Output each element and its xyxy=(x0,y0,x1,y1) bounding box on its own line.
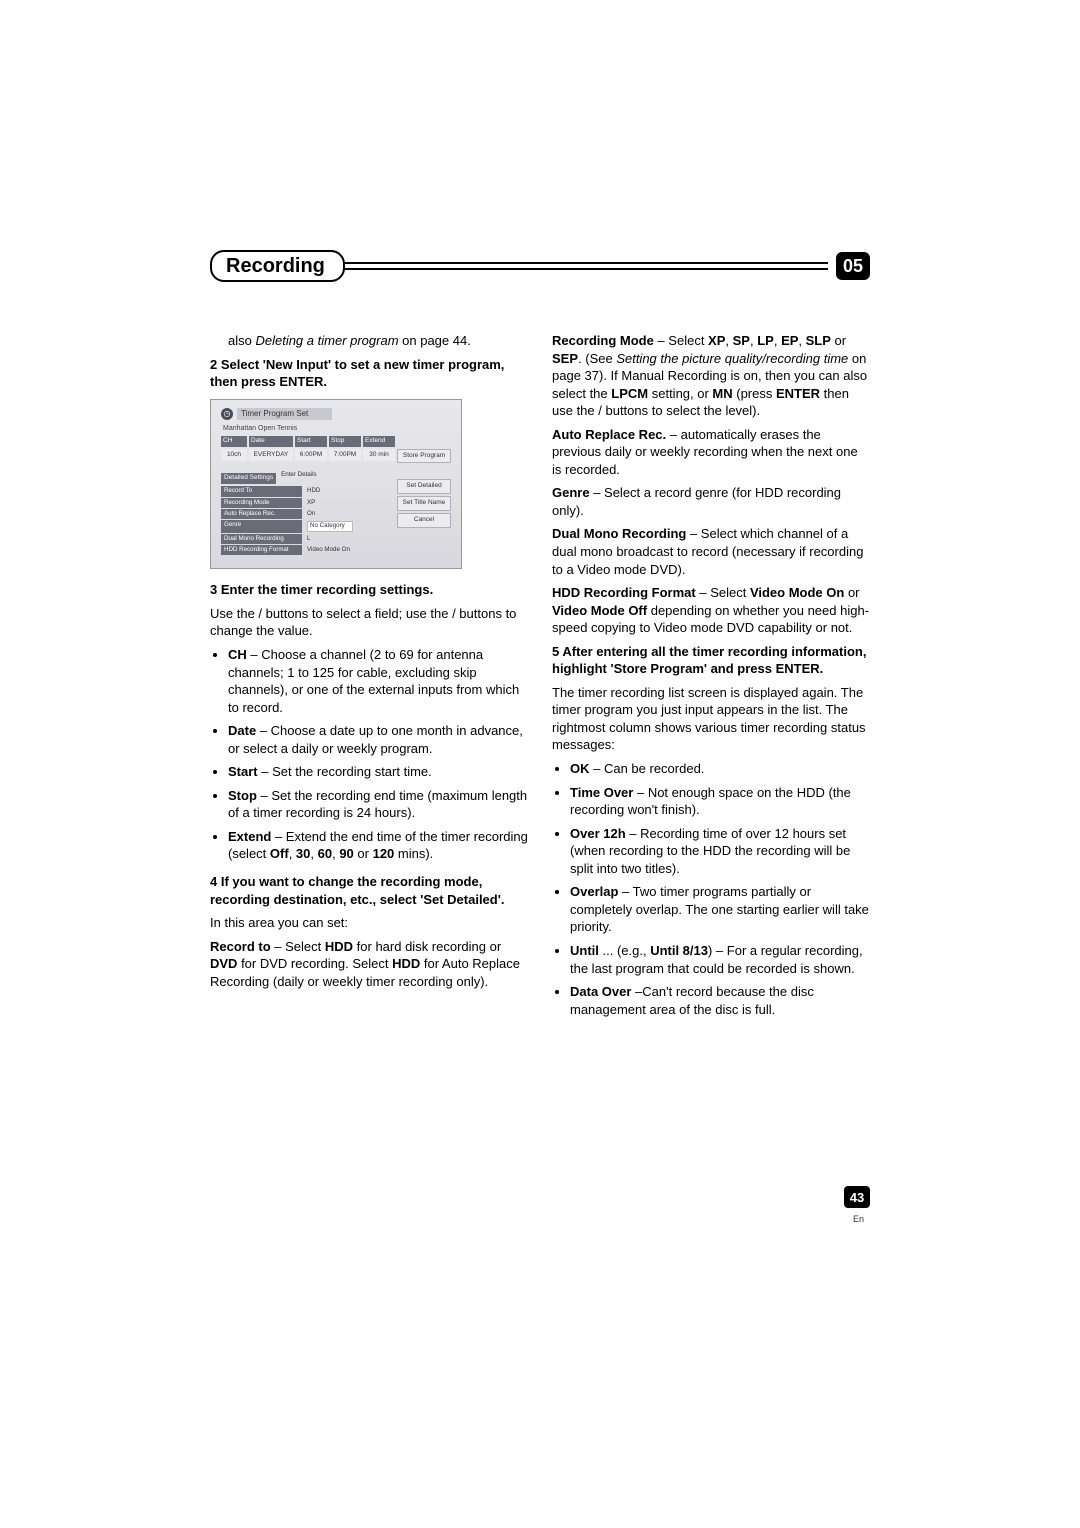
section-title-pill: Recording xyxy=(210,250,345,282)
dual-mono-para: Dual Mono Recording – Select which chann… xyxy=(552,525,870,578)
row-rec-mode-value[interactable]: XP xyxy=(304,498,391,508)
row-genre-label: Genre xyxy=(221,520,302,532)
row-hdd-format-label: HDD Recording Format xyxy=(221,545,302,555)
row-rec-mode-label: Recording Mode xyxy=(221,498,302,508)
bullet-extend: Extend – Extend the end time of the time… xyxy=(228,828,528,863)
step-3-heading: 3 Enter the timer recording settings. xyxy=(210,581,528,599)
genre-para: Genre – Select a record genre (for HDD r… xyxy=(552,484,870,519)
set-title-name-button[interactable]: Set Title Name xyxy=(397,496,451,511)
bullet-overlap: Overlap – Two timer programs partially o… xyxy=(570,883,870,936)
row-dual-mono-label: Dual Mono Recording xyxy=(221,534,302,544)
header-rule xyxy=(343,262,828,270)
clock-icon: ◷ xyxy=(221,408,233,420)
col-stop: Stop xyxy=(329,436,361,447)
enter-details-label: Enter Details xyxy=(278,469,391,484)
step-4-text: In this area you can set: xyxy=(210,914,528,932)
right-column: Recording Mode – Select XP, SP, LP, EP, … xyxy=(552,332,870,1028)
recording-mode-para: Recording Mode – Select XP, SP, LP, EP, … xyxy=(552,332,870,420)
step-2-heading: 2 Select 'New Input' to set a new timer … xyxy=(210,356,528,391)
timer-program-set-panel: ◷ Timer Program Set Manhattan Open Tenni… xyxy=(210,399,462,570)
bullet-over-12h: Over 12h – Recording time of over 12 hou… xyxy=(570,825,870,878)
page-header: Recording 05 xyxy=(210,250,870,282)
row-dual-mono-value[interactable]: L xyxy=(304,534,391,544)
val-date[interactable]: EVERYDAY xyxy=(249,449,293,462)
bullet-until: Until ... (e.g., Until 8/13) – For a reg… xyxy=(570,942,870,977)
row-auto-replace-value[interactable]: On xyxy=(304,509,391,519)
row-record-to-label: Record To xyxy=(221,486,302,496)
left-column: also Deleting a timer program on page 44… xyxy=(210,332,528,1028)
step-5-heading: 5 After entering all the timer recording… xyxy=(552,643,870,678)
record-to-para: Record to – Select HDD for hard disk rec… xyxy=(210,938,528,991)
col-extend: Extend xyxy=(363,436,395,447)
page-number-badge: 43 xyxy=(844,1186,870,1208)
step-3-text: Use the / buttons to select a field; use… xyxy=(210,605,528,640)
row-hdd-format-value[interactable]: Video Mode On xyxy=(304,545,391,555)
val-start[interactable]: 6:00PM xyxy=(295,449,327,462)
step-5-text: The timer recording list screen is displ… xyxy=(552,684,870,754)
col-start: Start xyxy=(295,436,327,447)
bullet-ok: OK – Can be recorded. xyxy=(570,760,870,778)
bullet-start: Start – Set the recording start time. xyxy=(228,763,528,781)
bullet-date: Date – Choose a date up to one month in … xyxy=(228,722,528,757)
bullet-data-over: Data Over –Can't record because the disc… xyxy=(570,983,870,1018)
bullet-time-over: Time Over – Not enough space on the HDD … xyxy=(570,784,870,819)
val-ch[interactable]: 10ch xyxy=(221,449,247,462)
col-ch: CH xyxy=(221,436,247,447)
step-4-heading: 4 If you want to change the recording mo… xyxy=(210,873,528,908)
bullet-stop: Stop – Set the recording end time (maxim… xyxy=(228,787,528,822)
program-name: Manhattan Open Tennis xyxy=(223,424,451,433)
bullet-ch: CH – Choose a channel (2 to 69 for anten… xyxy=(228,646,528,716)
set-detailed-button[interactable]: Set Detailed xyxy=(397,479,451,494)
row-auto-replace-label: Auto Replace Rec. xyxy=(221,509,302,519)
col-date: Date xyxy=(249,436,293,447)
cancel-button[interactable]: Cancel xyxy=(397,513,451,528)
row-record-to-value[interactable]: HDD xyxy=(304,486,391,496)
chapter-badge: 05 xyxy=(836,252,870,280)
section-title: Recording xyxy=(226,255,325,278)
page-language: En xyxy=(853,1214,864,1224)
val-stop[interactable]: 7:00PM xyxy=(329,449,361,462)
store-program-button[interactable]: Store Program xyxy=(397,449,451,464)
panel-title: Timer Program Set xyxy=(237,408,332,421)
auto-replace-para: Auto Replace Rec. – automatically erases… xyxy=(552,426,870,479)
val-extend[interactable]: 30 min xyxy=(363,449,395,462)
hdd-format-para: HDD Recording Format – Select Video Mode… xyxy=(552,584,870,637)
row-genre-value[interactable]: No Category xyxy=(304,520,391,532)
detailed-settings-header: Detailed Settings xyxy=(221,473,276,484)
intro-text: also Deleting a timer program on page 44… xyxy=(210,332,528,350)
